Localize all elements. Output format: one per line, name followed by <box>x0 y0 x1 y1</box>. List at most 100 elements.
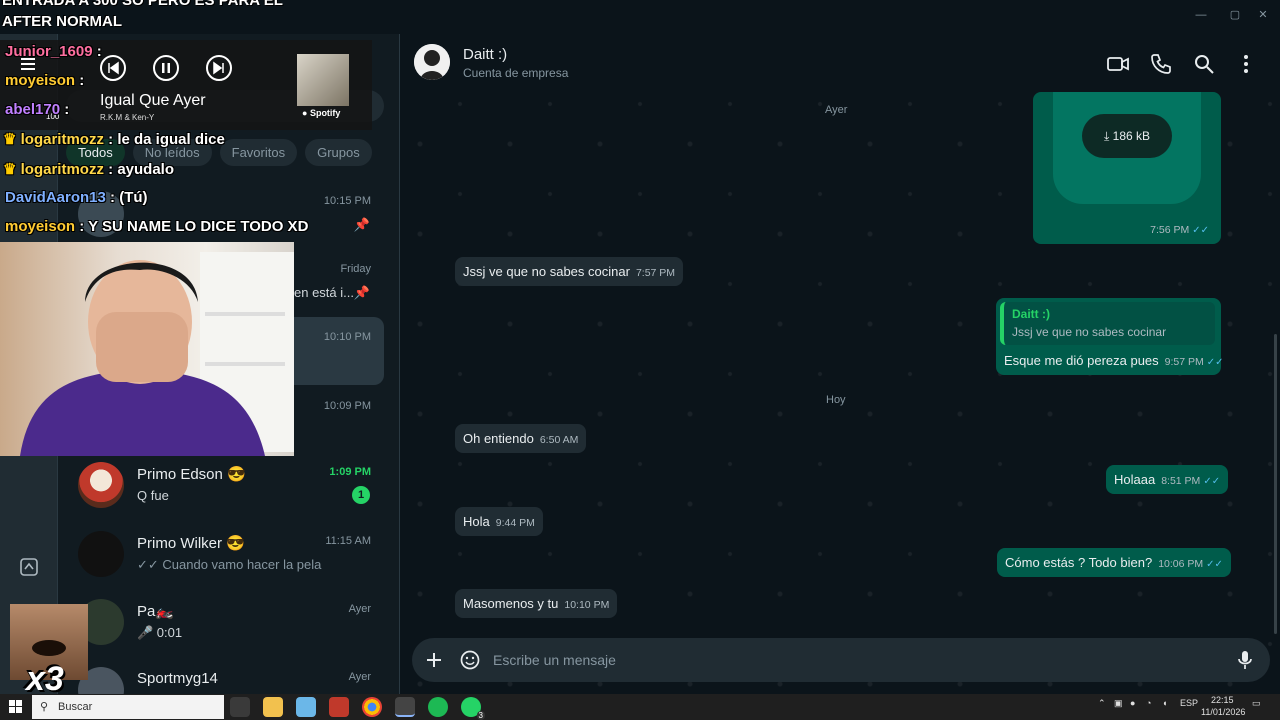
document-time: 7:56 PM <box>1150 224 1190 236</box>
message-incoming[interactable]: Jssj ve que no sabes cocinar 7:57 PM <box>455 257 684 286</box>
crown-icon: ♛ <box>3 161 21 178</box>
taskbar-search[interactable]: ⚲ Buscar <box>32 695 224 719</box>
message-time: 9:57 PM <box>1164 356 1204 368</box>
message-time: 7:57 PM <box>635 267 676 279</box>
message-incoming[interactable]: Oh entiendo 6:50 AM <box>455 424 587 453</box>
contact-avatar[interactable] <box>414 44 450 80</box>
chat-message: ♛ logaritmozz : le da igual dice <box>3 131 225 148</box>
app-icon[interactable] <box>329 697 349 717</box>
chat-item[interactable]: Pa🏍️ Ayer 🎤 0:01 <box>58 589 399 657</box>
tray-mic-icon[interactable]: ● <box>1130 698 1135 708</box>
obs-icon[interactable] <box>395 697 415 717</box>
streamer-image <box>20 252 294 456</box>
minimize-button[interactable]: — <box>1184 4 1218 26</box>
chat-preview: Q fue <box>137 488 169 503</box>
day-separator: Ayer <box>825 104 848 116</box>
tray-clock-date[interactable]: 11/01/2026 <box>1201 707 1245 717</box>
spotify-icon[interactable] <box>428 697 448 717</box>
chat-name: Pa🏍️ <box>137 603 175 620</box>
message-outgoing-reply[interactable]: Daitt :) Jssj ve que no sabes cocinar Es… <box>996 298 1224 375</box>
contact-avatar-image <box>414 44 450 80</box>
message-incoming[interactable]: Masomenos y tu 10:10 PM <box>455 589 618 618</box>
chat-text: ayudalo <box>117 161 174 178</box>
chat-user: DavidAaron13 <box>5 189 106 206</box>
scrollbar[interactable] <box>1274 334 1277 634</box>
chat-item[interactable]: Primo Wilker 😎 11:15 AM ✓✓ Cuando vamo h… <box>58 521 399 589</box>
tray-wifi-icon[interactable]: ◔ <box>1146 698 1151 708</box>
chrome-icon[interactable] <box>362 697 382 717</box>
filter-favorites[interactable]: Favoritos <box>219 139 298 166</box>
message-composer[interactable]: Escribe un mensaje <box>412 638 1270 682</box>
crown-icon: ♛ <box>3 131 21 148</box>
video-call-icon[interactable] <box>1106 52 1130 76</box>
quote-text: Jssj ve que no sabes cocinar <box>1012 325 1167 339</box>
document-message[interactable]: ⤓ 186 kB 7:56 PM ✓✓ <box>1033 92 1221 244</box>
previous-icon <box>108 61 119 75</box>
taskbar-search-label: Buscar <box>58 701 93 713</box>
microphone-icon[interactable] <box>1235 649 1255 671</box>
next-track-button[interactable] <box>206 55 232 81</box>
tray-network-icon[interactable]: ▣ <box>1114 698 1123 709</box>
day-separator: Hoy <box>826 394 846 406</box>
next-icon <box>213 61 224 75</box>
message-time: 8:51 PM <box>1161 475 1201 487</box>
download-button[interactable]: ⤓ 186 kB <box>1082 114 1172 158</box>
avatar <box>78 462 124 508</box>
conversation-header[interactable]: Daitt :) Cuenta de empresa <box>400 34 1280 92</box>
filter-groups[interactable]: Grupos <box>305 139 372 166</box>
search-icon[interactable] <box>1192 52 1216 76</box>
chat-time: Friday <box>340 263 371 275</box>
message-time: 10:10 PM <box>564 599 610 611</box>
pause-button[interactable] <box>153 55 179 81</box>
quote-author: Daitt :) <box>1012 307 1050 321</box>
track-artist: R.K.M & Ken-Y <box>100 113 155 122</box>
close-button[interactable]: ✕ <box>1246 4 1280 26</box>
notepad-icon[interactable] <box>296 697 316 717</box>
quoted-message[interactable]: Daitt :) Jssj ve que no sabes cocinar <box>1000 302 1215 345</box>
plus-icon[interactable] <box>424 650 444 670</box>
windows-start-icon[interactable] <box>9 700 23 714</box>
whatsapp-icon[interactable]: 3 <box>461 697 485 720</box>
message-outgoing[interactable]: Holaaa 8:51 PM ✓✓ <box>1106 465 1229 494</box>
read-ticks-icon: ✓✓ <box>1203 476 1221 487</box>
message-text: Oh entiendo <box>463 431 534 446</box>
taskbar: ⚲ Buscar 3 ⌃ ▣ ● ◔ ◖ ESP 22:15 11/01/202… <box>0 694 1280 720</box>
chat-preview: 🎤 0:01 <box>137 625 183 640</box>
tray-language[interactable]: ESP <box>1180 698 1198 708</box>
phone-icon[interactable] <box>1149 52 1173 76</box>
chat-item[interactable]: Primo Edson 😎 1:09 PM Q fue 1 <box>58 452 399 520</box>
read-ticks-icon: ✓✓ <box>1206 559 1223 570</box>
chat-text: Y SU NAME LO DICE TODO XD <box>88 218 309 235</box>
tray-volume-icon[interactable]: ◖ <box>1162 698 1167 708</box>
message-incoming[interactable]: Hola 9:44 PM <box>455 507 543 536</box>
service-name: Spotify <box>309 108 341 118</box>
webcam-overlay <box>0 242 294 456</box>
chat-item[interactable]: Sportmyg14 Ayer <box>58 657 399 694</box>
chat-time: 1:09 PM <box>329 466 371 478</box>
read-ticks-icon: ✓✓ <box>1192 225 1209 236</box>
chat-message: moyeison : Y SU NAME LO DICE TODO XD <box>5 218 309 235</box>
pin-icon: 📌 <box>353 285 370 300</box>
sticker-icon[interactable] <box>459 649 481 671</box>
file-explorer-icon[interactable] <box>263 697 283 717</box>
chat-time: 10:09 PM <box>323 400 371 412</box>
menu-dots-icon[interactable] <box>1234 52 1258 76</box>
document-preview: ⤓ 186 kB <box>1053 92 1201 204</box>
message-outgoing[interactable]: Cómo estás ? Todo bien? 10:06 PM ✓✓ <box>997 548 1231 577</box>
task-view-icon[interactable] <box>230 697 250 717</box>
chat-message: ♛ logaritmozz : ayudalo <box>3 161 174 178</box>
message-text: Esque me dió pereza pues <box>1004 353 1159 368</box>
track-title: Igual Que Ayer <box>100 92 206 109</box>
previous-track-button[interactable] <box>100 55 126 81</box>
chat-user: moyeison <box>5 218 76 235</box>
message-input[interactable]: Escribe un mensaje <box>493 652 616 668</box>
tray-chevron-icon[interactable]: ⌃ <box>1098 698 1106 709</box>
chat-name: Primo Edson 😎 <box>137 466 246 483</box>
message-text: Jssj ve que no sabes cocinar <box>463 264 630 279</box>
notification-icon[interactable]: ▭ <box>1252 698 1261 709</box>
chat-time: 11:15 AM <box>325 535 371 547</box>
tray-clock-time[interactable]: 22:15 <box>1211 695 1234 705</box>
status-icon[interactable] <box>18 556 40 578</box>
screen: — ▢ ✕ Todos No leídos Favoritos Grupos 1… <box>0 0 1280 720</box>
chat-user: logaritmozz <box>20 161 104 178</box>
